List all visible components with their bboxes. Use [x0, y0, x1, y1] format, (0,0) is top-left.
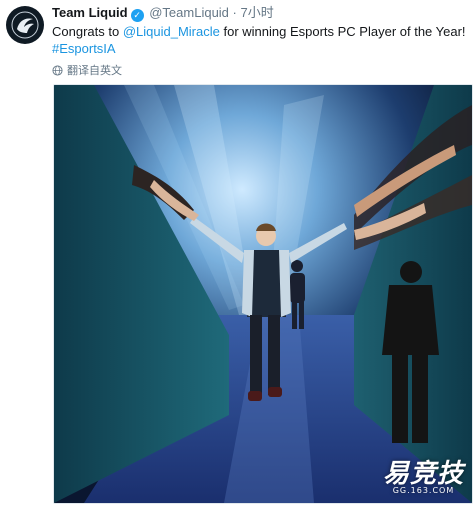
watermark-sub-text: GG.163.COM — [392, 486, 455, 495]
text-prefix: Congrats to — [52, 24, 123, 39]
verified-badge-icon: ✓ — [130, 9, 144, 22]
hashtag-link[interactable]: #EsportsIA — [52, 41, 116, 56]
watermark-main-text: 易竞技 — [382, 459, 464, 489]
tweet-header: Team Liquid ✓ @TeamLiquid · 7小时 — [52, 5, 274, 22]
photo-scene — [54, 85, 472, 503]
globe-icon — [52, 64, 63, 76]
tweet-text: Congrats to @Liquid_Miracle for winning … — [52, 23, 466, 57]
translate-link[interactable]: 翻译自英文 — [52, 62, 122, 78]
separator-dot: · — [232, 5, 237, 20]
text-suffix: for winning Esports PC Player of the Yea… — [219, 24, 466, 39]
tweet-timestamp[interactable]: 7小时 — [241, 5, 274, 20]
avatar[interactable] — [6, 6, 44, 44]
translate-label: 翻译自英文 — [67, 65, 122, 77]
tweet: Team Liquid ✓ @TeamLiquid · 7小时 Congrats … — [0, 0, 474, 506]
user-handle[interactable]: @TeamLiquid — [149, 5, 229, 20]
watermark-logo: 易竞技 GG.163.COM — [383, 460, 464, 495]
display-name[interactable]: Team Liquid — [52, 5, 128, 20]
team-liquid-logo-icon — [11, 11, 39, 39]
mention-link[interactable]: @Liquid_Miracle — [123, 24, 220, 39]
tweet-photo[interactable]: 易竞技 GG.163.COM — [53, 84, 473, 504]
